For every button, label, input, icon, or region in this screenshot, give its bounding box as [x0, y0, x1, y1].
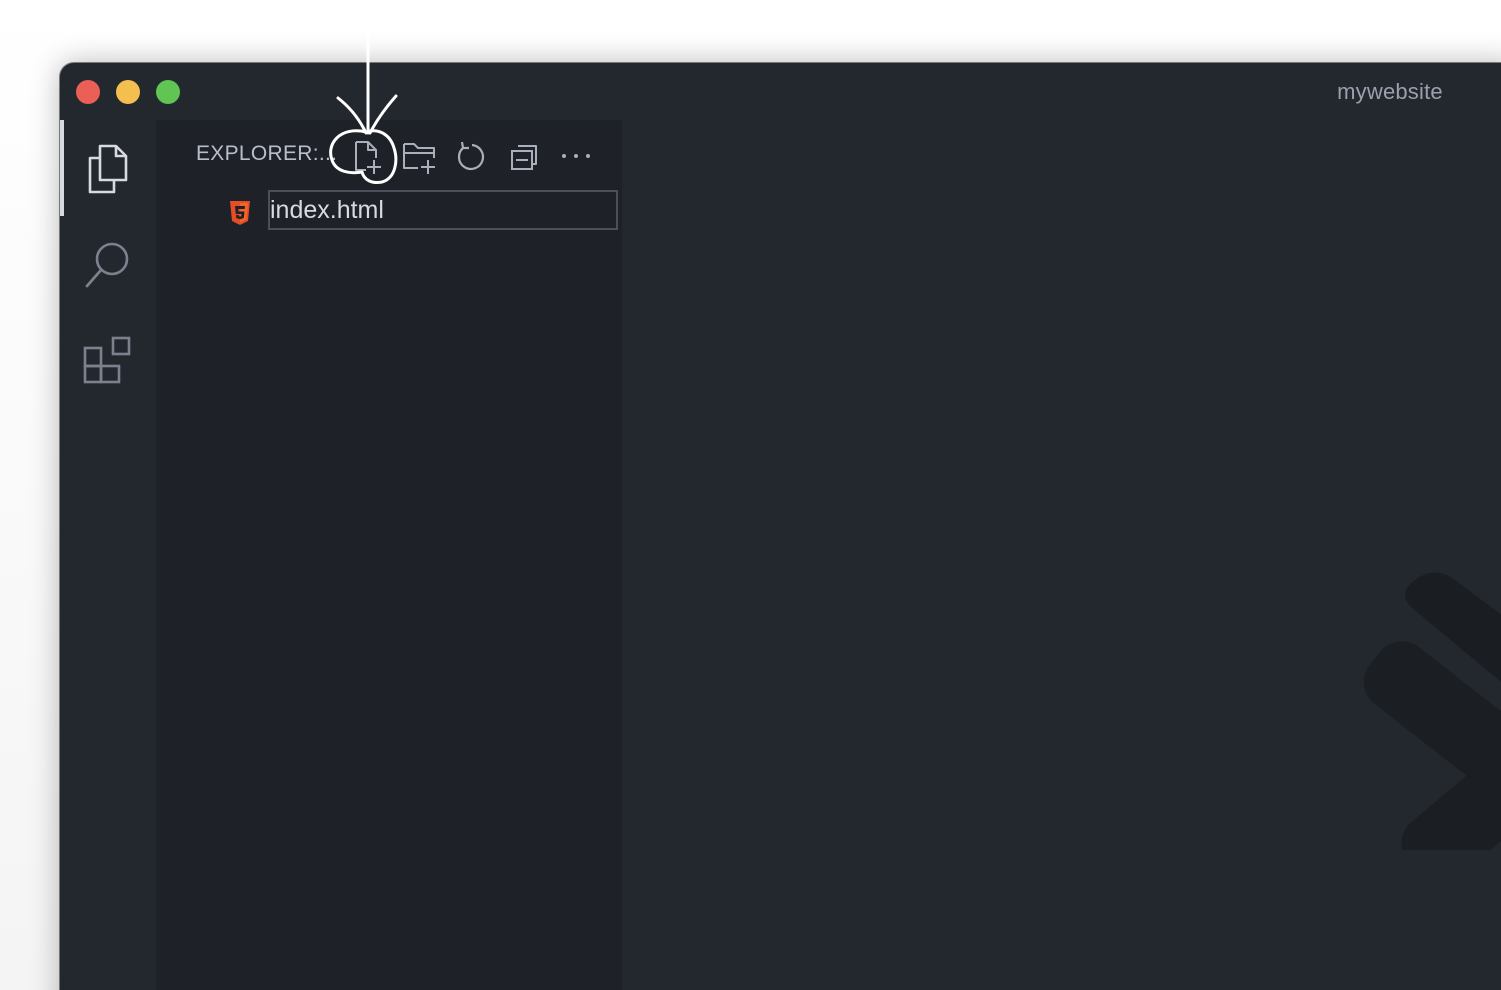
vscode-logo-watermark — [1363, 572, 1501, 850]
explorer-header: EXPLORER:... — [196, 142, 338, 165]
new-file-row — [156, 190, 622, 236]
new-folder-icon[interactable] — [398, 134, 442, 178]
title-bar: mywebsite — [60, 63, 1501, 120]
editor-area — [622, 120, 1501, 990]
close-window-button[interactable] — [76, 80, 100, 104]
new-file-icon[interactable] — [346, 134, 390, 178]
collapse-all-icon[interactable] — [502, 134, 546, 178]
minimize-window-button[interactable] — [116, 80, 140, 104]
active-indicator — [60, 120, 64, 216]
refresh-icon[interactable] — [450, 134, 494, 178]
search-icon[interactable] — [80, 236, 136, 292]
window-title: mywebsite — [1337, 79, 1443, 104]
maximize-window-button[interactable] — [156, 80, 180, 104]
files-icon[interactable] — [80, 140, 136, 196]
vscode-window: mywebsite EXPLORER:... index.html — [60, 63, 1501, 990]
file-name-input[interactable] — [268, 190, 618, 230]
more-actions-icon[interactable] — [554, 134, 598, 178]
activity-bar — [60, 120, 156, 990]
explorer-sidebar: EXPLORER:... — [156, 120, 622, 990]
html5-icon — [228, 200, 252, 226]
screen: mywebsite EXPLORER:... index.html — [0, 0, 1501, 990]
extensions-icon[interactable] — [80, 332, 136, 388]
